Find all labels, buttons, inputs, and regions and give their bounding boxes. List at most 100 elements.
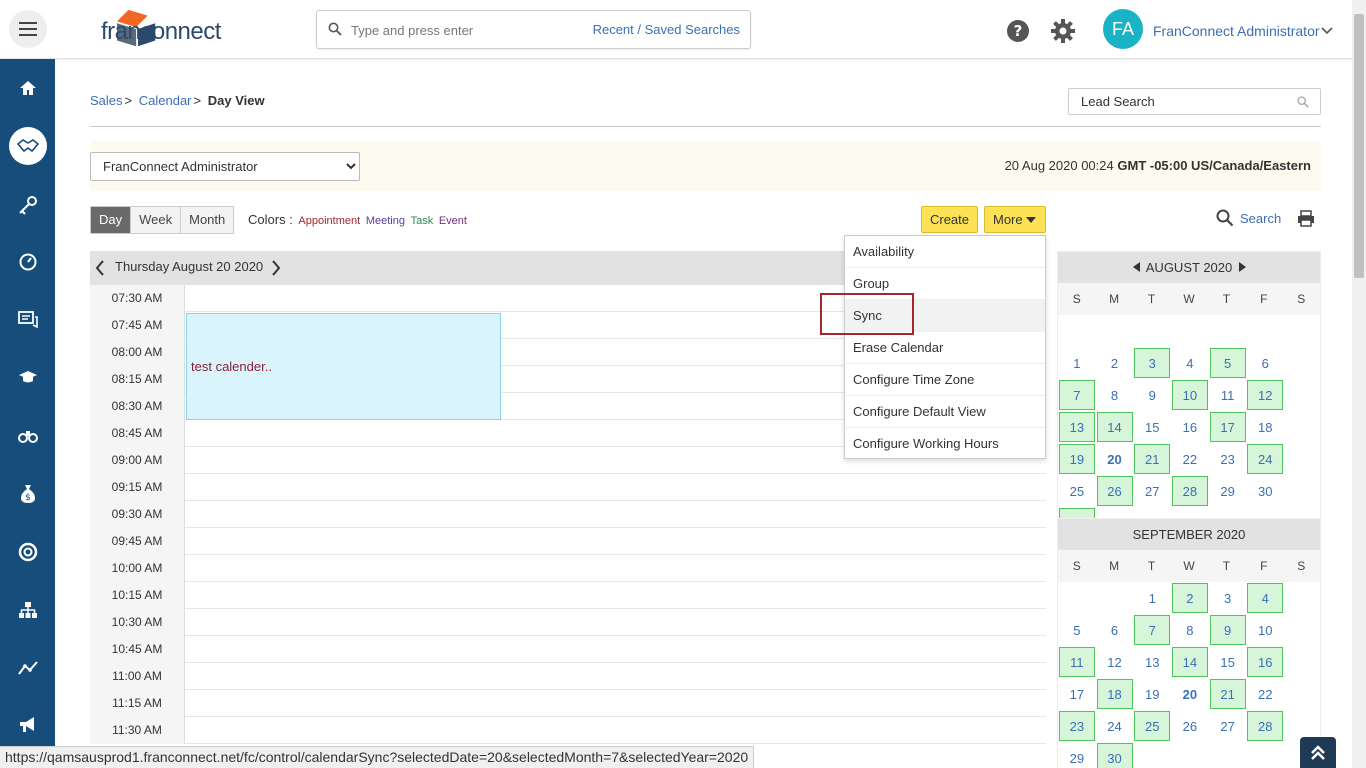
more-button[interactable]: More: [984, 206, 1046, 233]
calendar-day-cell[interactable]: 21: [1133, 443, 1171, 475]
calendar-day-cell[interactable]: 18: [1096, 678, 1134, 710]
calendar-day-cell[interactable]: 13: [1058, 411, 1096, 443]
calendar-day-cell[interactable]: 10: [1246, 614, 1284, 646]
calendar-day-cell[interactable]: 27: [1209, 710, 1247, 742]
calendar-day-cell[interactable]: 29: [1058, 742, 1096, 768]
calendar-day-cell[interactable]: 13: [1133, 646, 1171, 678]
recent-saved-searches-link[interactable]: Recent / Saved Searches: [593, 22, 740, 37]
calendar-day-cell[interactable]: 18: [1246, 411, 1284, 443]
sidebar-item-keys[interactable]: [0, 185, 55, 225]
calendar-day-cell[interactable]: 29: [1209, 475, 1247, 507]
menu-item-availability[interactable]: Availability: [845, 236, 1045, 268]
chevron-down-icon[interactable]: [1321, 27, 1333, 35]
printer-icon[interactable]: [1297, 210, 1315, 227]
chevron-left-icon[interactable]: [95, 260, 105, 276]
sidebar-item-sales[interactable]: [0, 126, 55, 166]
calendar-day-cell[interactable]: 30: [1096, 742, 1134, 768]
calendar-day-cell[interactable]: 14: [1096, 411, 1134, 443]
calendar-day-cell[interactable]: 9: [1133, 379, 1171, 411]
breadcrumb-calendar-link[interactable]: Calendar: [139, 93, 192, 108]
calendar-day-cell[interactable]: 17: [1209, 411, 1247, 443]
user-name[interactable]: FranConnect Administrator: [1153, 23, 1320, 39]
calendar-day-cell[interactable]: 4: [1171, 347, 1209, 379]
event-title[interactable]: test calender..: [191, 359, 272, 374]
calendar-day-cell[interactable]: 11: [1058, 646, 1096, 678]
gear-icon[interactable]: [1051, 19, 1075, 43]
calendar-day-cell[interactable]: 15: [1133, 411, 1171, 443]
calendar-event[interactable]: test calender..: [186, 313, 501, 420]
calendar-day-cell[interactable]: 5: [1209, 347, 1247, 379]
menu-item-erase-calendar[interactable]: Erase Calendar: [845, 332, 1045, 364]
help-icon[interactable]: ?: [1006, 19, 1030, 43]
sidebar-item-announcements[interactable]: [0, 705, 55, 745]
calendar-day-cell[interactable]: 24: [1096, 710, 1134, 742]
calendar-day-cell[interactable]: 28: [1171, 475, 1209, 507]
calendar-day-cell[interactable]: 22: [1171, 443, 1209, 475]
calendar-day-cell[interactable]: 5: [1058, 614, 1096, 646]
calendar-day-cell[interactable]: 2: [1096, 347, 1134, 379]
search-icon[interactable]: [1297, 96, 1309, 108]
calendar-day-cell[interactable]: 17: [1058, 678, 1096, 710]
time-slot[interactable]: 10:30 AM: [90, 609, 1046, 636]
calendar-day-cell[interactable]: 30: [1246, 475, 1284, 507]
calendar-day-cell[interactable]: 20: [1171, 678, 1209, 710]
global-search-input[interactable]: [351, 20, 591, 40]
create-button[interactable]: Create: [921, 206, 978, 233]
calendar-day-cell[interactable]: 3: [1133, 347, 1171, 379]
scroll-to-top-button[interactable]: [1300, 737, 1336, 768]
calendar-day-cell[interactable]: 27: [1133, 475, 1171, 507]
sidebar-item-support[interactable]: [0, 532, 55, 572]
calendar-day-cell[interactable]: 6: [1246, 347, 1284, 379]
calendar-day-cell[interactable]: 25: [1058, 475, 1096, 507]
calendar-day-cell[interactable]: 25: [1133, 710, 1171, 742]
sidebar-item-search[interactable]: [0, 416, 55, 456]
tab-week[interactable]: Week: [131, 207, 182, 233]
sidebar-item-finance[interactable]: $: [0, 474, 55, 514]
calendar-day-cell[interactable]: 19: [1058, 443, 1096, 475]
calendar-day-cell[interactable]: 12: [1096, 646, 1134, 678]
calendar-day-cell[interactable]: 26: [1096, 475, 1134, 507]
calendar-day-cell[interactable]: 24: [1246, 443, 1284, 475]
calendar-day-cell[interactable]: 8: [1171, 614, 1209, 646]
sidebar-item-home[interactable]: [0, 68, 55, 108]
time-slot[interactable]: 10:45 AM: [90, 636, 1046, 663]
page-scrollbar[interactable]: [1352, 0, 1366, 768]
calendar-day-cell[interactable]: 21: [1209, 678, 1247, 710]
calendar-day-cell[interactable]: 1: [1058, 347, 1096, 379]
calendar-day-cell[interactable]: 1: [1133, 582, 1171, 614]
tab-month[interactable]: Month: [181, 207, 233, 233]
sidebar-item-hierarchy[interactable]: [0, 590, 55, 630]
calendar-day-cell[interactable]: 19: [1133, 678, 1171, 710]
sidebar-item-messages[interactable]: [0, 300, 55, 340]
calendar-day-cell[interactable]: 11: [1209, 379, 1247, 411]
calendar-day-cell[interactable]: 9: [1209, 614, 1247, 646]
time-slot[interactable]: 09:15 AM: [90, 474, 1046, 501]
time-slot[interactable]: 11:00 AM: [90, 663, 1046, 690]
calendar-day-cell[interactable]: 3: [1209, 582, 1247, 614]
calendar-day-cell[interactable]: 7: [1058, 379, 1096, 411]
breadcrumb-sales-link[interactable]: Sales: [90, 93, 123, 108]
tab-day[interactable]: Day: [91, 207, 132, 233]
sidebar-item-analytics[interactable]: [0, 648, 55, 688]
scrollbar-thumb[interactable]: [1354, 14, 1364, 278]
chevron-right-icon[interactable]: [271, 260, 281, 276]
menu-item-configure-working-hours[interactable]: Configure Working Hours: [845, 428, 1045, 460]
calendar-search-link[interactable]: Search: [1216, 209, 1281, 230]
calendar-day-cell[interactable]: 14: [1171, 646, 1209, 678]
calendar-day-cell[interactable]: 16: [1246, 646, 1284, 678]
calendar-day-cell[interactable]: 4: [1246, 582, 1284, 614]
time-slot[interactable]: 09:30 AM: [90, 501, 1046, 528]
logo-text[interactable]: franconnect: [101, 18, 221, 46]
calendar-day-cell[interactable]: 26: [1171, 710, 1209, 742]
calendar-day-cell[interactable]: 16: [1171, 411, 1209, 443]
sidebar-item-training[interactable]: [0, 358, 55, 398]
calendar-day-cell[interactable]: 22: [1246, 678, 1284, 710]
avatar[interactable]: FA: [1103, 9, 1143, 49]
calendar-day-cell[interactable]: 6: [1096, 614, 1134, 646]
time-slot[interactable]: 10:00 AM: [90, 555, 1046, 582]
calendar-day-cell[interactable]: 8: [1096, 379, 1134, 411]
menu-item-configure-time-zone[interactable]: Configure Time Zone: [845, 364, 1045, 396]
menu-item-configure-default-view[interactable]: Configure Default View: [845, 396, 1045, 428]
time-slot[interactable]: 11:15 AM: [90, 690, 1046, 717]
user-select[interactable]: FranConnect Administrator: [90, 152, 360, 181]
